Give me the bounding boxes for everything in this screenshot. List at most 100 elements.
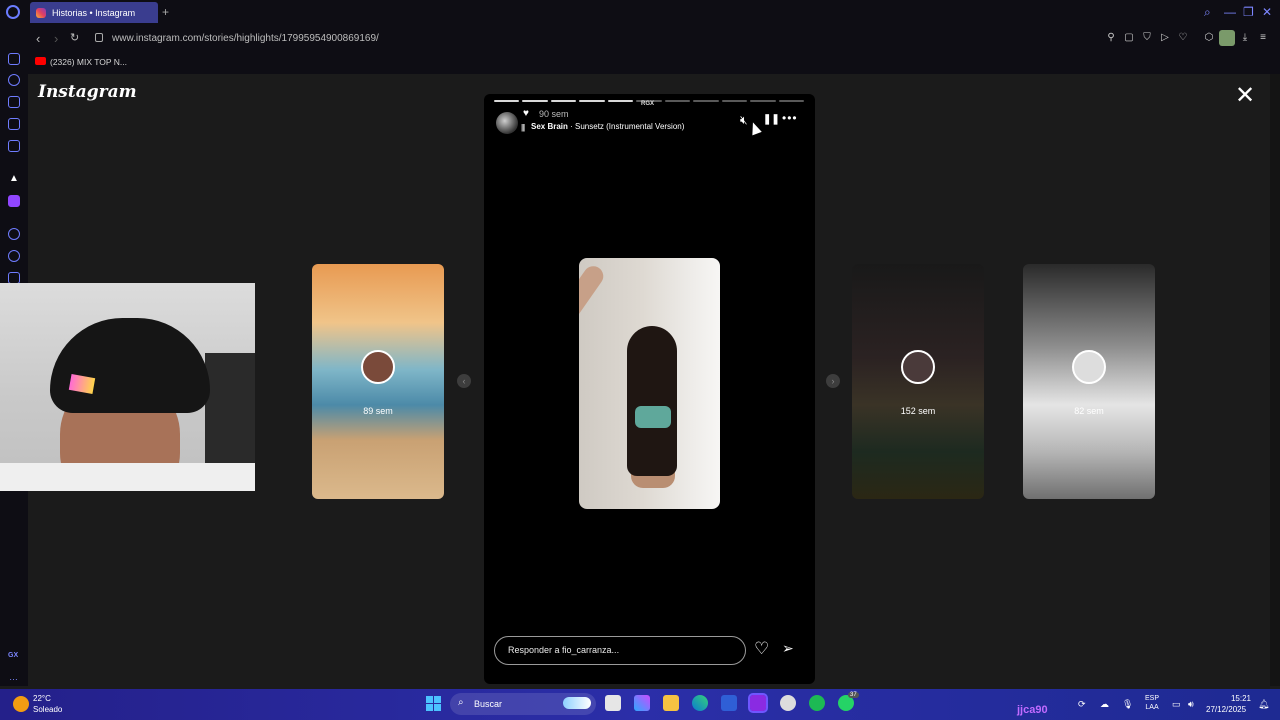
notification-icon[interactable]: 🔔︎	[1258, 699, 1269, 710]
progress-segment	[664, 100, 691, 102]
network-icon[interactable]: ▭	[1172, 699, 1181, 710]
language-indicator[interactable]: ESP LAA	[1145, 694, 1159, 712]
webcam-cap	[50, 318, 210, 413]
webcam-overlay	[0, 283, 255, 491]
tab-title: Historias • Instagram	[52, 7, 136, 18]
progress-segment	[693, 100, 719, 102]
progress-segment	[522, 100, 548, 102]
side-story-3[interactable]: 82 sem	[1023, 264, 1155, 499]
store-icon[interactable]	[721, 695, 737, 711]
volume-icon[interactable]: 🔊︎	[1188, 699, 1194, 710]
weather-icon[interactable]	[13, 696, 29, 712]
profile-avatar[interactable]	[1219, 30, 1235, 46]
heart-icon[interactable]: ♡	[754, 640, 769, 657]
close-stories-button[interactable]: ✕	[1235, 84, 1255, 108]
avatar	[361, 350, 395, 384]
sidebar-player-icon[interactable]	[8, 228, 20, 240]
sidebar-history-icon[interactable]	[8, 74, 20, 86]
sidebar-more-icon[interactable]: …	[9, 672, 18, 682]
webcam-shirt	[0, 463, 255, 491]
bookmark-item[interactable]: (2326) MIX TOP N...	[50, 57, 127, 67]
sidebar-gx-icon[interactable]: GX	[8, 652, 18, 659]
next-story-button[interactable]: ›	[826, 374, 840, 388]
tray-user[interactable]: jjca90	[1017, 704, 1048, 716]
weather-condition[interactable]: Soleado	[33, 705, 62, 714]
overlay-label: RGX	[641, 101, 655, 107]
new-tab-button[interactable]: +	[162, 6, 169, 18]
avatar	[901, 350, 935, 384]
heart-toolbar-icon[interactable]: ♡	[1177, 32, 1189, 44]
maximize-icon[interactable]: ❐	[1243, 5, 1254, 19]
url-field[interactable]: www.instagram.com/stories/highlights/179…	[112, 33, 379, 44]
sidebar-clock-icon[interactable]	[8, 250, 20, 262]
search-icon[interactable]: ⌕	[1204, 5, 1211, 20]
close-window-icon[interactable]: ✕	[1262, 5, 1272, 19]
speaker-muted-icon[interactable]: 🔇︎	[740, 113, 748, 128]
task-view-icon[interactable]	[605, 695, 621, 711]
song-artist: Sex Brain	[531, 122, 568, 131]
previous-story-button[interactable]: ‹	[457, 374, 471, 388]
clock-date[interactable]: 27/12/2025	[1206, 705, 1246, 714]
sidebar-messenger-icon[interactable]	[8, 140, 20, 152]
side-story-1[interactable]: 89 sem	[312, 264, 444, 499]
edge-icon[interactable]	[692, 695, 708, 711]
sync-icon[interactable]: ⟳	[1078, 699, 1086, 710]
pause-icon[interactable]: ❚❚	[763, 114, 780, 125]
cloud-icon[interactable]: ☁	[1100, 699, 1109, 710]
extensions-icon[interactable]: ⬡	[1203, 32, 1215, 44]
obs-icon[interactable]	[780, 695, 796, 711]
reload-icon[interactable]: ↻	[70, 31, 79, 44]
avatar[interactable]	[496, 112, 518, 134]
copilot-icon[interactable]	[634, 695, 650, 711]
clock-time[interactable]: 15:21	[1223, 694, 1251, 703]
instagram-favicon-icon	[36, 7, 46, 18]
lang-secondary: LAA	[1145, 704, 1159, 711]
story-age: 89 sem	[363, 406, 393, 416]
progress-segment	[550, 100, 577, 102]
search-highlight-icon	[563, 697, 591, 709]
story-age: 90 sem	[539, 109, 569, 119]
windows-start-icon[interactable]	[426, 696, 441, 711]
tab-instagram[interactable]: Historias • Instagram	[30, 2, 158, 23]
file-explorer-icon[interactable]	[663, 695, 679, 711]
back-icon[interactable]: ‹	[36, 31, 40, 46]
spotify-icon[interactable]	[809, 695, 825, 711]
sidebar-aria-icon[interactable]: ▲	[9, 173, 19, 184]
story-photo	[579, 258, 720, 509]
main-story[interactable]: RGX ♥ 90 sem ||| Sex Brain · Sunsetz (In…	[484, 94, 815, 684]
mic-icon[interactable]: 🎙︎	[1122, 699, 1133, 710]
search-icon: ⌕	[458, 697, 464, 708]
song-info[interactable]: Sex Brain · Sunsetz (Instrumental Versio…	[531, 122, 684, 131]
instagram-logo[interactable]: Instagram	[38, 82, 137, 102]
scrollbar[interactable]	[1270, 74, 1280, 686]
play-icon[interactable]: ▷	[1159, 32, 1171, 44]
more-icon[interactable]: •••	[782, 111, 798, 125]
photo-hair	[627, 326, 677, 476]
sidebar-cart-icon[interactable]	[8, 96, 20, 108]
story-age: 82 sem	[1074, 406, 1104, 416]
sidebar-wallet-icon[interactable]	[8, 53, 20, 65]
progress-segment	[607, 100, 634, 102]
youtube-icon	[35, 57, 46, 65]
lang-primary: ESP	[1145, 695, 1160, 702]
song-title: · Sunsetz (Instrumental Version)	[567, 122, 685, 131]
minimize-icon[interactable]: —	[1224, 5, 1236, 19]
pin-icon[interactable]: ⚲	[1105, 32, 1117, 44]
download-icon[interactable]: ⤓	[1239, 32, 1251, 44]
send-icon[interactable]: ➢	[782, 641, 794, 655]
lock-icon	[95, 33, 103, 42]
sidebar-news-icon[interactable]	[8, 118, 20, 130]
shield-icon[interactable]: ⛉	[1141, 32, 1153, 44]
temperature[interactable]: 22°C	[33, 694, 51, 703]
opera-logo-icon[interactable]	[6, 5, 20, 19]
snapshot-icon[interactable]: ▢	[1123, 32, 1135, 44]
opera-gx-icon[interactable]	[748, 693, 768, 713]
sidebar-twitch-icon[interactable]	[8, 195, 20, 207]
reply-input[interactable]: Responder a fio_carranza...	[494, 636, 746, 665]
tab-bar	[0, 0, 1280, 24]
forward-icon[interactable]: ›	[54, 31, 58, 46]
progress-segment	[494, 100, 520, 102]
side-story-2[interactable]: 152 sem	[852, 264, 984, 499]
menu-icon[interactable]: ≡	[1257, 32, 1269, 44]
bookmarks-bar	[0, 52, 1280, 74]
